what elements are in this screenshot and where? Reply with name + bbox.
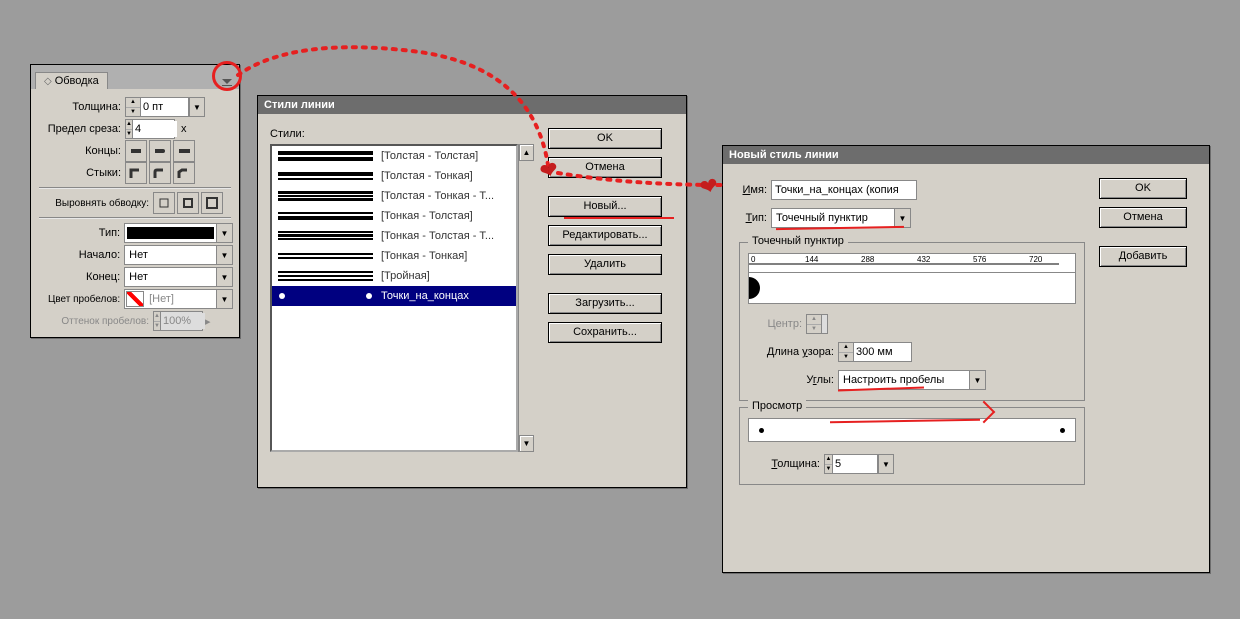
pattern-ruler[interactable]: 0 144 288 432 576 720 xyxy=(748,253,1076,273)
cap-butt-icon[interactable] xyxy=(125,140,147,162)
start-dropdown[interactable]: Нет▼ xyxy=(124,245,233,265)
preview-weight-input[interactable]: ▲▼ xyxy=(824,454,878,474)
panel-flyout-menu-button[interactable] xyxy=(219,75,235,89)
edit-button[interactable]: Редактировать... xyxy=(548,225,662,246)
preview-weight-dropdown[interactable]: ▼ xyxy=(878,454,894,474)
cap-projecting-icon[interactable] xyxy=(173,140,195,162)
miter-label: Предел среза: xyxy=(37,123,125,135)
corners-dropdown[interactable]: Настроить пробелы▼ xyxy=(838,370,986,390)
start-label: Начало: xyxy=(37,249,124,261)
gapcolor-dropdown[interactable]: [Нет]▼ xyxy=(124,289,233,309)
weight-input[interactable]: ▲▼ xyxy=(125,97,189,117)
list-item-selected[interactable]: Точки_на_концах xyxy=(272,286,516,306)
list-item[interactable]: [Тонкая - Тонкая] xyxy=(272,246,516,266)
type-label: Тип: xyxy=(37,227,124,239)
diamond-icon: ◇ xyxy=(44,76,52,87)
line-styles-dialog: Стили линии Стили: [Толстая - Толстая] [… xyxy=(257,95,687,488)
join-bevel-icon[interactable] xyxy=(173,162,195,184)
gaptint-input: ▲▼ xyxy=(153,311,203,331)
miter-value[interactable] xyxy=(133,121,177,137)
stroke-tabstrip: ◇ Обводка xyxy=(31,65,239,89)
list-item[interactable]: [Тройная] xyxy=(272,266,516,286)
load-button[interactable]: Загрузить... xyxy=(548,293,662,314)
center-input: ▲▼ xyxy=(806,314,828,334)
join-miter-icon[interactable] xyxy=(125,162,147,184)
end-dropdown[interactable]: Нет▼ xyxy=(124,267,233,287)
preview-legend: Просмотр xyxy=(748,400,806,412)
cap-label: Концы: xyxy=(37,145,125,157)
new-style-dialog: Новый стиль линии Имя: Тип: Точечный пун… xyxy=(722,145,1210,573)
list-item[interactable]: [Толстая - Толстая] xyxy=(272,146,516,166)
preview-swatch xyxy=(748,418,1076,442)
miter-spinner[interactable]: ▲▼ xyxy=(126,120,133,138)
miter-suffix: x xyxy=(181,123,187,135)
svg-text:144: 144 xyxy=(805,255,819,264)
new-button[interactable]: Новый... xyxy=(548,196,662,217)
align-outside-icon[interactable] xyxy=(201,192,223,214)
svg-text:576: 576 xyxy=(973,255,987,264)
cap-round-icon[interactable] xyxy=(149,140,171,162)
join-label: Стыки: xyxy=(37,167,125,179)
center-label: Центр: xyxy=(748,318,806,330)
styles-listbox[interactable]: [Толстая - Толстая] [Толстая - Тонкая] [… xyxy=(270,144,518,452)
join-round-icon[interactable] xyxy=(149,162,171,184)
weight-preset-dropdown[interactable]: ▼ xyxy=(189,97,205,117)
gaptint-label: Оттенок пробелов: xyxy=(37,316,153,327)
name-input[interactable] xyxy=(771,180,917,200)
weight-spinner[interactable]: ▲▼ xyxy=(126,98,141,116)
weight-label: Толщина: xyxy=(37,101,125,113)
align-center-icon[interactable] xyxy=(153,192,175,214)
new-style-titlebar: Новый стиль линии xyxy=(723,146,1209,164)
stroke-type-dropdown[interactable]: Точечный пунктир▼ xyxy=(771,208,911,228)
preview-fieldset: Просмотр Толщина: ▲▼ ▼ xyxy=(739,407,1085,485)
weight-value[interactable] xyxy=(141,99,185,115)
annotation-heart-icon: ❤ xyxy=(697,172,722,202)
end-label: Конец: xyxy=(37,271,124,283)
new-style-title: Новый стиль линии xyxy=(729,149,839,161)
list-item[interactable]: [Тонкая - Толстая - Т... xyxy=(272,226,516,246)
delete-button[interactable]: Удалить xyxy=(548,254,662,275)
line-styles-titlebar: Стили линии xyxy=(258,96,686,114)
styles-label: Стили: xyxy=(270,128,534,140)
svg-text:720: 720 xyxy=(1029,255,1043,264)
add-button[interactable]: Добавить xyxy=(1099,246,1187,267)
cancel-button[interactable]: Отмена xyxy=(548,157,662,178)
cancel-button[interactable]: Отмена xyxy=(1099,207,1187,228)
list-item[interactable]: [Толстая - Тонкая] xyxy=(272,166,516,186)
type-dropdown[interactable]: ▼ xyxy=(124,223,233,243)
styles-scrollbar[interactable]: ▲▼ xyxy=(518,144,534,452)
alignstroke-label: Выровнять обводку: xyxy=(37,198,153,209)
gapcolor-label: Цвет пробелов: xyxy=(37,294,124,305)
align-inside-icon[interactable] xyxy=(177,192,199,214)
list-item[interactable]: [Толстая - Тонкая - Т... xyxy=(272,186,516,206)
ok-button[interactable]: OK xyxy=(1099,178,1187,199)
svg-text:0: 0 xyxy=(751,255,756,264)
svg-text:288: 288 xyxy=(861,255,875,264)
list-item[interactable]: [Тонкая - Толстая] xyxy=(272,206,516,226)
pattern-length-input[interactable]: ▲▼ xyxy=(838,342,912,362)
svg-text:432: 432 xyxy=(917,255,931,264)
dotted-legend: Точечный пунктир xyxy=(748,235,848,247)
save-button[interactable]: Сохранить... xyxy=(548,322,662,343)
line-styles-title: Стили линии xyxy=(264,99,335,111)
stroke-panel: ◇ Обводка Толщина: ▲▼ ▼ Предел среза: ▲▼… xyxy=(30,64,240,338)
dotted-fieldset: Точечный пунктир 0144288432576720 Центр: xyxy=(739,242,1085,401)
pattern-preview[interactable] xyxy=(748,273,1076,304)
ok-button[interactable]: OK xyxy=(548,128,662,149)
stroke-tab-label: Обводка xyxy=(55,75,99,87)
stroke-tab[interactable]: ◇ Обводка xyxy=(35,72,108,89)
miter-input[interactable]: ▲▼ xyxy=(125,119,175,139)
